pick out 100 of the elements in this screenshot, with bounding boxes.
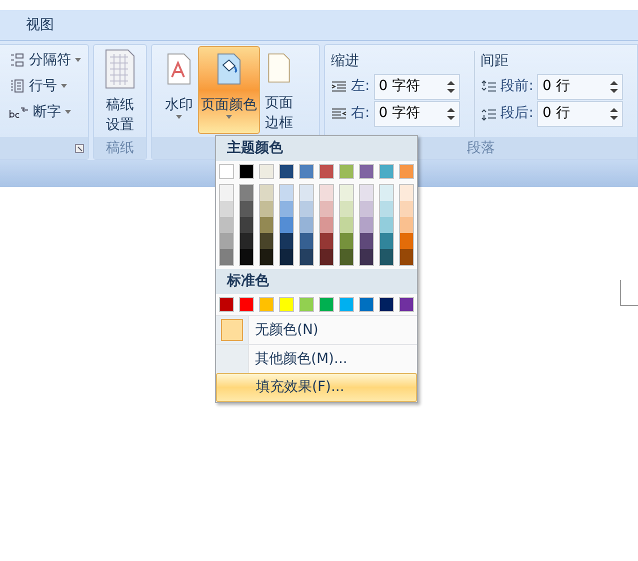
color-swatch[interactable] <box>240 233 253 249</box>
dropdown-arrow-icon <box>61 84 67 88</box>
color-swatch[interactable] <box>219 297 234 312</box>
ribbon-button[interactable]: 页面 边框 <box>262 46 296 134</box>
color-swatch[interactable] <box>260 249 273 265</box>
color-swatch[interactable] <box>220 249 233 265</box>
section-title: 间距 <box>480 52 510 71</box>
color-swatch[interactable] <box>300 233 313 249</box>
color-swatch[interactable] <box>279 164 294 179</box>
color-swatch[interactable] <box>280 217 293 233</box>
spin-field[interactable]: 0 行 <box>537 100 624 126</box>
color-swatch[interactable] <box>319 297 334 312</box>
color-swatch[interactable] <box>380 185 393 201</box>
color-swatch[interactable] <box>239 164 254 179</box>
color-swatch[interactable] <box>240 217 253 233</box>
color-swatch[interactable] <box>260 233 273 249</box>
color-swatch[interactable] <box>260 201 273 217</box>
spacing-before-icon <box>480 80 497 94</box>
color-swatch[interactable] <box>240 249 253 265</box>
ribbon-menu-button[interactable]: 分隔符 <box>9 49 81 71</box>
color-swatch[interactable] <box>220 201 233 217</box>
color-swatch[interactable] <box>340 201 353 217</box>
color-swatch[interactable] <box>260 185 273 201</box>
color-swatch[interactable] <box>360 249 373 265</box>
indent-left-icon <box>331 80 348 94</box>
color-swatch[interactable] <box>300 217 313 233</box>
color-swatch[interactable] <box>320 249 333 265</box>
color-swatch[interactable] <box>400 249 413 265</box>
color-swatch[interactable] <box>359 164 374 179</box>
color-swatch[interactable] <box>380 217 393 233</box>
color-swatch[interactable] <box>400 201 413 217</box>
menu-header: 主题颜色 <box>216 136 417 161</box>
color-swatch[interactable] <box>300 249 313 265</box>
color-swatch[interactable] <box>360 217 373 233</box>
color-swatch[interactable] <box>400 217 413 233</box>
menu-item[interactable]: 无颜色(N) <box>216 315 417 344</box>
color-swatch[interactable] <box>220 233 233 249</box>
color-swatch[interactable] <box>340 185 353 201</box>
ribbon-menu-button[interactable]: 断字 <box>9 101 81 123</box>
color-swatch[interactable] <box>300 185 313 201</box>
color-swatch[interactable] <box>340 233 353 249</box>
color-swatch[interactable] <box>260 217 273 233</box>
ribbon-menu-button[interactable]: 行号 <box>9 75 81 97</box>
group-label: 稿纸 <box>106 138 134 158</box>
color-swatch[interactable] <box>240 201 253 217</box>
color-swatch[interactable] <box>299 164 314 179</box>
color-swatch[interactable] <box>220 217 233 233</box>
color-swatch[interactable] <box>379 297 394 312</box>
menu-item[interactable]: 填充效果(F)... <box>216 373 417 402</box>
color-swatch[interactable] <box>280 249 293 265</box>
margin-corner-mark <box>620 280 638 306</box>
page-icon <box>267 53 292 83</box>
dialog-launcher-icon[interactable] <box>75 144 84 152</box>
ribbon-button[interactable]: 水印 <box>162 46 196 134</box>
color-swatch[interactable] <box>399 297 414 312</box>
color-swatch[interactable] <box>299 297 314 312</box>
ribbon-tab[interactable]: 视图 <box>18 10 62 40</box>
color-swatch[interactable] <box>380 249 393 265</box>
color-swatch[interactable] <box>240 185 253 201</box>
color-swatch[interactable] <box>359 297 374 312</box>
spin-field[interactable]: 0 行 <box>537 74 624 100</box>
color-swatch[interactable] <box>339 297 354 312</box>
color-swatch[interactable] <box>360 201 373 217</box>
color-swatch[interactable] <box>279 297 294 312</box>
spinner-arrows-icon <box>610 106 618 120</box>
color-swatch[interactable] <box>320 185 333 201</box>
color-swatch[interactable] <box>360 233 373 249</box>
color-swatch[interactable] <box>340 217 353 233</box>
color-swatch[interactable] <box>400 233 413 249</box>
color-swatch[interactable] <box>239 297 254 312</box>
field-label: 右: <box>351 104 370 123</box>
hyphenation-icon <box>9 105 29 119</box>
color-swatch[interactable] <box>380 201 393 217</box>
color-swatch[interactable] <box>360 185 373 201</box>
field-label: 左: <box>351 77 370 96</box>
color-swatch[interactable] <box>340 249 353 265</box>
no-color-swatch-icon <box>221 319 243 341</box>
color-swatch[interactable] <box>320 201 333 217</box>
paper-setup-button[interactable]: 稿纸 设置 <box>94 45 146 137</box>
color-swatch[interactable] <box>380 233 393 249</box>
color-swatch[interactable] <box>319 164 334 179</box>
color-swatch[interactable] <box>259 297 274 312</box>
spin-field[interactable]: 0 字符 <box>374 74 460 100</box>
dropdown-arrow-icon <box>65 110 71 114</box>
color-swatch[interactable] <box>399 164 414 179</box>
color-swatch[interactable] <box>219 164 234 179</box>
color-swatch[interactable] <box>280 233 293 249</box>
color-swatch[interactable] <box>320 233 333 249</box>
color-swatch[interactable] <box>300 201 313 217</box>
color-swatch[interactable] <box>280 185 293 201</box>
spinner-arrows-icon <box>610 80 618 94</box>
ribbon-button[interactable]: 页面颜色 <box>198 46 260 134</box>
color-swatch[interactable] <box>379 164 394 179</box>
color-swatch[interactable] <box>339 164 354 179</box>
color-swatch[interactable] <box>280 201 293 217</box>
color-swatch[interactable] <box>259 164 274 179</box>
color-swatch[interactable] <box>220 185 233 201</box>
spin-field[interactable]: 0 字符 <box>374 100 460 126</box>
color-swatch[interactable] <box>320 217 333 233</box>
color-swatch[interactable] <box>400 185 413 201</box>
